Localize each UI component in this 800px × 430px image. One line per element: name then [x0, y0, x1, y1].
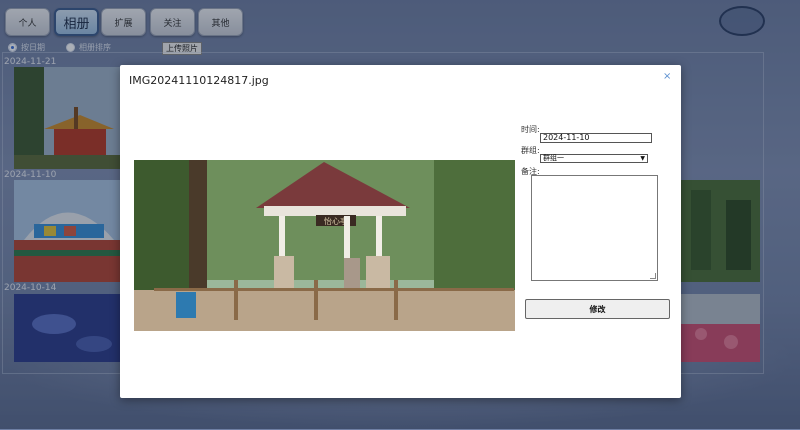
modify-button[interactable]: 修改	[525, 299, 670, 319]
time-input[interactable]: 2024-11-10	[540, 133, 652, 143]
group-label: 群组:	[521, 146, 540, 155]
group-select-value: 群组一	[543, 154, 564, 162]
chevron-down-icon: ▼	[640, 155, 645, 162]
photo-edit-dialog: IMG20241110124817.jpg × 怡心亭 时间: 2024-11-…	[120, 65, 681, 398]
resize-grip-icon[interactable]	[650, 273, 656, 279]
notes-textarea[interactable]	[531, 175, 658, 281]
photo-preview: 怡心亭	[134, 160, 515, 331]
close-icon[interactable]: ×	[663, 71, 671, 82]
dialog-title: IMG20241110124817.jpg	[129, 74, 269, 87]
time-label: 时间:	[521, 125, 540, 134]
group-select[interactable]: 群组一 ▼	[540, 154, 648, 163]
